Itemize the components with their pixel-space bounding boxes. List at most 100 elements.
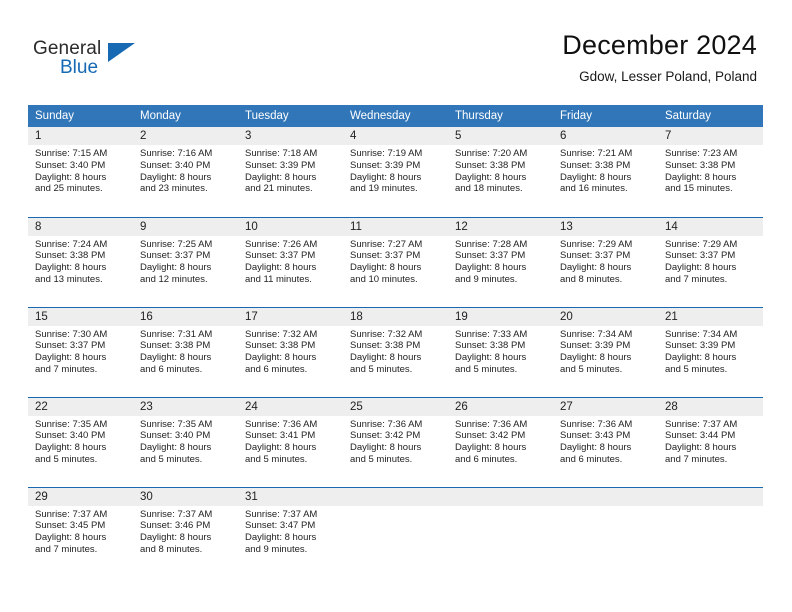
calendar-day-cell[interactable]: 19 Sunrise: 7:33 AM Sunset: 3:38 PM Dayligh… [448,306,553,397]
day-cell-content: 30 Sunrise: 7:37 AM Sunset: 3:46 PM Dayligh… [133,487,238,577]
day-details: Sunrise: 7:32 AM Sunset: 3:38 PM Daylight:… [343,326,448,376]
calendar-day-cell[interactable]: 28 Sunrise: 7:37 AM Sunset: 3:44 PM Dayligh… [658,396,763,487]
day-number: 20 [553,307,658,326]
day-cell-content: 14 Sunrise: 7:29 AM Sunset: 3:37 PM Dayligh… [658,217,763,307]
general-blue-logo[interactable]: General Blue [33,38,153,86]
sunrise-text: Sunrise: 7:28 AM [455,238,528,250]
calendar-day-cell[interactable]: 29 Sunrise: 7:37 AM Sunset: 3:45 PM Dayligh… [28,486,133,577]
day-details: Sunrise: 7:37 AM Sunset: 3:47 PM Daylight:… [238,506,343,556]
calendar-day-cell [343,486,448,577]
calendar-day-cell[interactable]: 7 Sunrise: 7:23 AM Sunset: 3:38 PM Daylight… [658,127,763,217]
calendar-day-cell[interactable]: 12 Sunrise: 7:28 AM Sunset: 3:37 PM Dayligh… [448,216,553,307]
day-number: 4 [343,127,448,145]
calendar-day-cell[interactable]: 2 Sunrise: 7:16 AM Sunset: 3:40 PM Daylight… [133,127,238,217]
sunset-text: Sunset: 3:38 PM [140,340,211,352]
day-number: 30 [133,487,238,506]
daylight-text-line1: Daylight: 8 hours [350,442,422,454]
calendar-day-cell[interactable]: 10 Sunrise: 7:26 AM Sunset: 3:37 PM Dayligh… [238,216,343,307]
daylight-text-line1: Daylight: 8 hours [455,171,527,183]
sunrise-text: Sunrise: 7:36 AM [245,418,318,430]
calendar-day-cell[interactable]: 21 Sunrise: 7:34 AM Sunset: 3:39 PM Dayligh… [658,306,763,397]
calendar-day-cell[interactable]: 3 Sunrise: 7:18 AM Sunset: 3:39 PM Daylight… [238,127,343,217]
sunrise-text: Sunrise: 7:26 AM [245,238,318,250]
day-number: 11 [343,217,448,236]
calendar-day-cell[interactable]: 11 Sunrise: 7:27 AM Sunset: 3:37 PM Dayligh… [343,216,448,307]
calendar-day-cell[interactable]: 20 Sunrise: 7:34 AM Sunset: 3:39 PM Dayligh… [553,306,658,397]
calendar-day-cell [658,486,763,577]
daylight-text-line2: and 12 minutes. [140,273,208,285]
day-details: Sunrise: 7:36 AM Sunset: 3:42 PM Daylight:… [343,416,448,466]
day-cell-content: 22 Sunrise: 7:35 AM Sunset: 3:40 PM Dayligh… [28,397,133,487]
calendar-day-cell[interactable]: 8 Sunrise: 7:24 AM Sunset: 3:38 PM Daylight… [28,216,133,307]
calendar-day-cell[interactable]: 18 Sunrise: 7:32 AM Sunset: 3:38 PM Dayligh… [343,306,448,397]
calendar-day-cell[interactable]: 9 Sunrise: 7:25 AM Sunset: 3:37 PM Daylight… [133,216,238,307]
day-cell-content: 7 Sunrise: 7:23 AM Sunset: 3:38 PM Daylight… [658,127,763,216]
sunset-text: Sunset: 3:41 PM [245,430,316,442]
daylight-text-line2: and 23 minutes. [140,183,208,195]
day-cell-content: 6 Sunrise: 7:21 AM Sunset: 3:38 PM Daylight… [553,127,658,216]
day-cell-content: 26 Sunrise: 7:36 AM Sunset: 3:42 PM Dayligh… [448,397,553,487]
day-details: Sunrise: 7:19 AM Sunset: 3:39 PM Daylight:… [343,145,448,195]
sunset-text: Sunset: 3:40 PM [35,159,106,171]
day-details: Sunrise: 7:28 AM Sunset: 3:37 PM Daylight:… [448,236,553,286]
calendar-day-cell[interactable]: 5 Sunrise: 7:20 AM Sunset: 3:38 PM Daylight… [448,127,553,217]
day-number: 9 [133,217,238,236]
location-subtitle: Gdow, Lesser Poland, Poland [579,69,757,84]
calendar-day-cell [448,486,553,577]
calendar-day-cell[interactable]: 15 Sunrise: 7:30 AM Sunset: 3:37 PM Dayligh… [28,306,133,397]
logo-text-blue: Blue [60,57,99,78]
sunrise-text: Sunrise: 7:37 AM [665,418,738,430]
sunset-text: Sunset: 3:37 PM [140,250,211,262]
sunset-text: Sunset: 3:38 PM [455,159,526,171]
sunset-text: Sunset: 3:37 PM [455,250,526,262]
daylight-text-line1: Daylight: 8 hours [245,442,317,454]
calendar-week-row: 1 Sunrise: 7:15 AM Sunset: 3:40 PM Daylight… [28,127,763,217]
daylight-text-line2: and 8 minutes. [560,273,623,285]
daylight-text-line1: Daylight: 8 hours [245,352,317,364]
daylight-text-line1: Daylight: 8 hours [350,352,422,364]
calendar-day-cell[interactable]: 27 Sunrise: 7:36 AM Sunset: 3:43 PM Dayligh… [553,396,658,487]
calendar-body: 1 Sunrise: 7:15 AM Sunset: 3:40 PM Daylight… [28,127,763,577]
calendar-day-cell[interactable]: 1 Sunrise: 7:15 AM Sunset: 3:40 PM Daylight… [28,127,133,217]
day-details: Sunrise: 7:21 AM Sunset: 3:38 PM Daylight:… [553,145,658,195]
daylight-text-line2: and 6 minutes. [455,453,518,465]
daylight-text-line1: Daylight: 8 hours [455,262,527,274]
day-cell-content: 11 Sunrise: 7:27 AM Sunset: 3:37 PM Dayligh… [343,217,448,307]
day-number: 6 [553,127,658,145]
calendar-day-cell[interactable]: 26 Sunrise: 7:36 AM Sunset: 3:42 PM Dayligh… [448,396,553,487]
day-cell-content: 12 Sunrise: 7:28 AM Sunset: 3:37 PM Dayligh… [448,217,553,307]
page-header: General Blue December 2024 Gdow, Lesser … [0,0,792,98]
day-details: Sunrise: 7:29 AM Sunset: 3:37 PM Daylight:… [553,236,658,286]
sunrise-text: Sunrise: 7:27 AM [350,238,423,250]
calendar-day-cell[interactable]: 25 Sunrise: 7:36 AM Sunset: 3:42 PM Dayligh… [343,396,448,487]
day-details: Sunrise: 7:29 AM Sunset: 3:37 PM Daylight:… [658,236,763,286]
daylight-text-line2: and 7 minutes. [35,543,98,555]
page-title: December 2024 [562,30,757,60]
calendar-day-cell[interactable]: 6 Sunrise: 7:21 AM Sunset: 3:38 PM Daylight… [553,127,658,217]
calendar-day-cell[interactable]: 14 Sunrise: 7:29 AM Sunset: 3:37 PM Dayligh… [658,216,763,307]
sunrise-text: Sunrise: 7:29 AM [560,238,633,250]
day-cell-content [658,487,763,577]
calendar-day-cell[interactable]: 17 Sunrise: 7:32 AM Sunset: 3:38 PM Dayligh… [238,306,343,397]
daylight-text-line2: and 11 minutes. [245,273,312,285]
calendar-day-cell[interactable]: 23 Sunrise: 7:35 AM Sunset: 3:40 PM Dayligh… [133,396,238,487]
calendar-day-cell[interactable]: 13 Sunrise: 7:29 AM Sunset: 3:37 PM Dayligh… [553,216,658,307]
title-block: December 2024 Gdow, Lesser Poland, Polan… [562,28,757,85]
calendar-day-cell[interactable]: 30 Sunrise: 7:37 AM Sunset: 3:46 PM Dayligh… [133,486,238,577]
day-cell-content: 13 Sunrise: 7:29 AM Sunset: 3:37 PM Dayligh… [553,217,658,307]
calendar-day-cell[interactable]: 31 Sunrise: 7:37 AM Sunset: 3:47 PM Dayligh… [238,486,343,577]
calendar-day-cell[interactable]: 24 Sunrise: 7:36 AM Sunset: 3:41 PM Dayligh… [238,396,343,487]
day-number: 5 [448,127,553,145]
day-cell-content: 27 Sunrise: 7:36 AM Sunset: 3:43 PM Dayligh… [553,397,658,487]
calendar-day-cell[interactable]: 22 Sunrise: 7:35 AM Sunset: 3:40 PM Dayligh… [28,396,133,487]
daylight-text-line2: and 5 minutes. [140,453,203,465]
day-details: Sunrise: 7:36 AM Sunset: 3:43 PM Daylight:… [553,416,658,466]
day-number [343,487,448,506]
calendar-day-cell[interactable]: 16 Sunrise: 7:31 AM Sunset: 3:38 PM Dayligh… [133,306,238,397]
day-number: 27 [553,397,658,416]
daylight-text-line2: and 6 minutes. [560,453,623,465]
sunset-text: Sunset: 3:38 PM [245,340,316,352]
calendar-day-cell[interactable]: 4 Sunrise: 7:19 AM Sunset: 3:39 PM Daylight… [343,127,448,217]
day-cell-content: 28 Sunrise: 7:37 AM Sunset: 3:44 PM Dayligh… [658,397,763,487]
sunset-text: Sunset: 3:39 PM [665,340,736,352]
